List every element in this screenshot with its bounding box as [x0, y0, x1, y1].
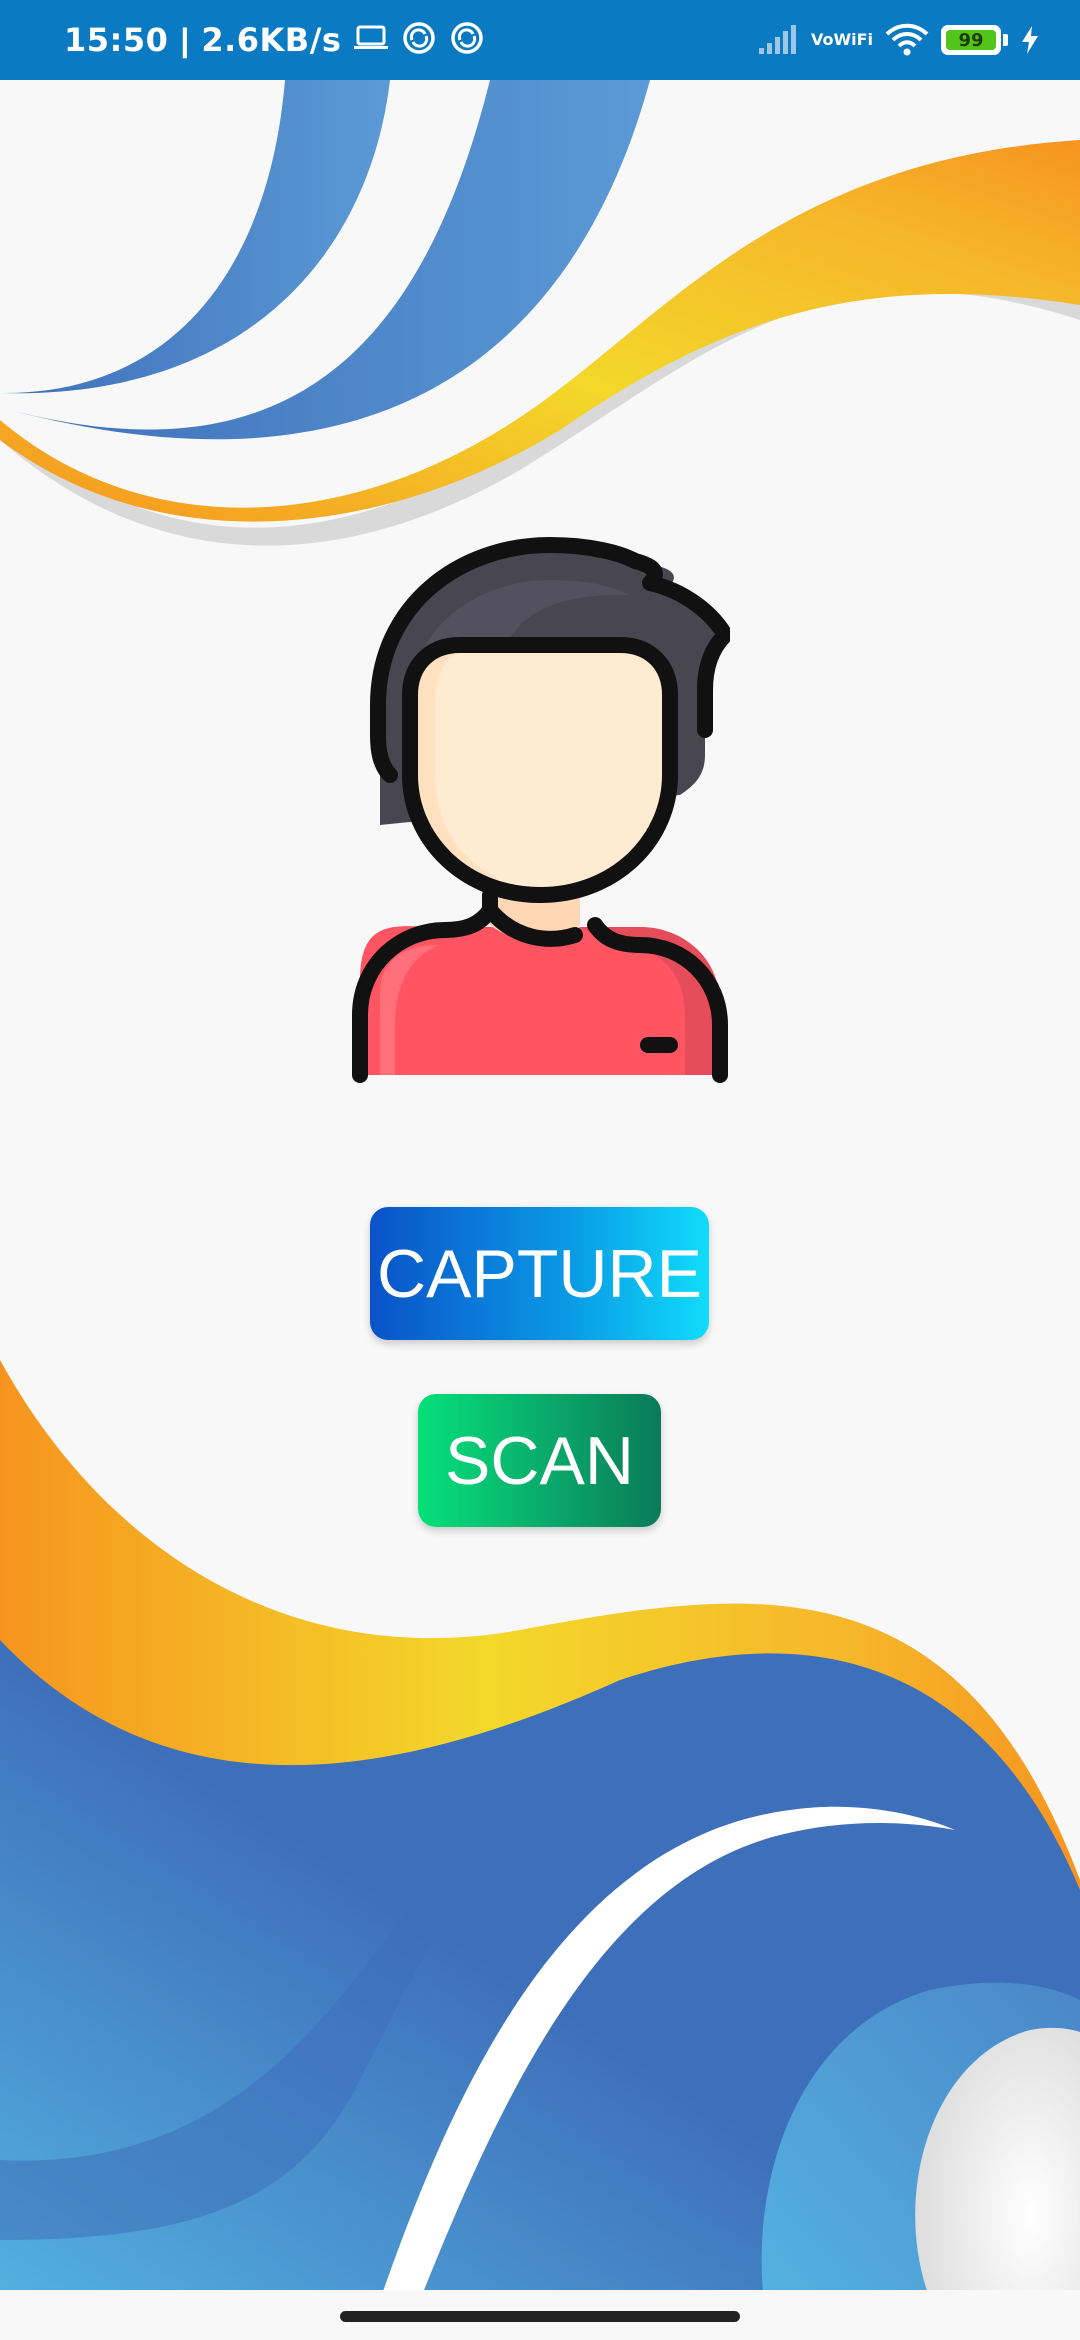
status-separator: |	[180, 21, 190, 58]
battery-level: 99	[958, 29, 984, 51]
app-screen: 15:50 | 2.6KB/s Vo WiFi 99 CAPTURE SCAN	[0, 0, 1080, 2340]
gesture-nav-handle[interactable]	[340, 2311, 740, 2322]
battery-icon: 99	[941, 25, 1001, 55]
status-time: 15:50	[64, 21, 169, 59]
sync-icon	[401, 20, 437, 61]
bottom-wave-decoration	[0, 1360, 1080, 2340]
wifi-icon	[885, 23, 929, 57]
sync-icon	[449, 20, 485, 61]
vowifi-top-label: Vo	[810, 30, 834, 49]
status-left: 15:50 | 2.6KB/s	[64, 20, 485, 61]
user-avatar-icon	[352, 537, 730, 1083]
status-right: Vo WiFi 99	[757, 23, 1040, 57]
vowifi-bottom-label: WiFi	[833, 30, 873, 49]
vowifi-icon: Vo WiFi	[811, 32, 873, 48]
laptop-icon	[353, 23, 389, 58]
capture-button[interactable]: CAPTURE	[370, 1207, 709, 1340]
network-speed: 2.6KB/s	[201, 21, 342, 59]
charging-icon	[1020, 25, 1040, 55]
scan-button[interactable]: SCAN	[418, 1394, 661, 1527]
signal-icon	[757, 24, 799, 56]
battery-cap	[1003, 34, 1008, 46]
status-bar: 15:50 | 2.6KB/s Vo WiFi 99	[0, 0, 1080, 80]
